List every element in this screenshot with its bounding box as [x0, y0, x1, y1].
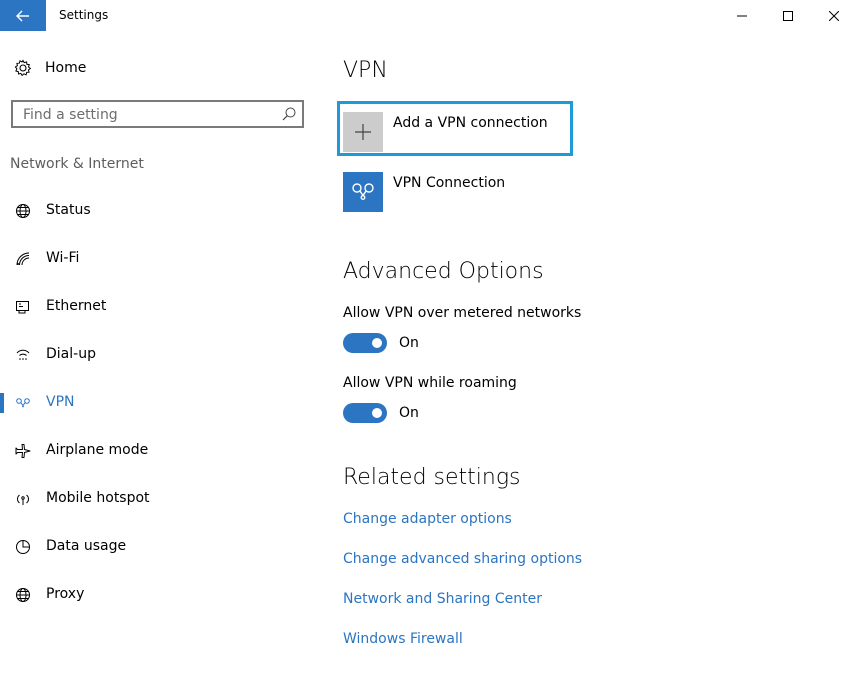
advanced-options-heading: Advanced Options: [343, 259, 544, 284]
home-label: Home: [45, 60, 87, 76]
related-settings-heading: Related settings: [343, 465, 521, 490]
window-title: Settings: [59, 8, 109, 22]
roaming-toggle[interactable]: [343, 403, 387, 423]
sidebar-item-data-usage[interactable]: Data usage: [0, 532, 320, 562]
dialup-icon: [14, 347, 32, 363]
main-content: VPN Add a VPN connection VPN Connection …: [320, 31, 856, 696]
toggle-knob: [372, 338, 382, 348]
sidebar-item-label: Wi-Fi: [46, 250, 80, 266]
back-button[interactable]: [0, 0, 46, 31]
windows-firewall-link[interactable]: Windows Firewall: [343, 631, 463, 647]
close-icon: [829, 10, 839, 21]
add-vpn-label[interactable]: Add a VPN connection: [393, 115, 548, 131]
maximize-button[interactable]: [765, 0, 811, 31]
globe-status-icon: [14, 203, 32, 219]
airplane-icon: [14, 443, 32, 459]
sidebar-item-mobile-hotspot[interactable]: Mobile hotspot: [0, 484, 320, 514]
roaming-toggle-state: On: [399, 405, 419, 421]
search-input[interactable]: Find a setting: [23, 107, 118, 123]
data-usage-icon: [14, 539, 32, 555]
vpn-connection-tile[interactable]: [343, 172, 383, 212]
metered-networks-toggle[interactable]: [343, 333, 387, 353]
globe-icon: [14, 587, 32, 603]
sidebar-item-label: Dial-up: [46, 346, 96, 362]
sidebar-item-wifi[interactable]: Wi-Fi: [0, 244, 320, 274]
sidebar-item-status[interactable]: Status: [0, 196, 320, 226]
option-label-roaming: Allow VPN while roaming: [343, 375, 517, 391]
sidebar-item-dialup[interactable]: Dial-up: [0, 340, 320, 370]
minimize-icon: [737, 15, 747, 16]
sidebar-item-label: Airplane mode: [46, 442, 149, 458]
sidebar-item-label: Proxy: [46, 586, 85, 602]
vpn-connection-icon: [352, 183, 374, 200]
vpn-connection-label[interactable]: VPN Connection: [393, 175, 505, 191]
option-label-metered: Allow VPN over metered networks: [343, 305, 582, 321]
sidebar-item-label: Ethernet: [46, 298, 107, 314]
sidebar-item-label: Data usage: [46, 538, 127, 554]
sidebar-item-airplane-mode[interactable]: Airplane mode: [0, 436, 320, 466]
home-nav-item[interactable]: Home: [14, 59, 86, 77]
section-heading: Network & Internet: [10, 156, 144, 172]
back-arrow-icon: [16, 10, 29, 21]
sidebar-item-label: Status: [46, 202, 91, 218]
gear-icon: [14, 59, 32, 77]
page-title: VPN: [343, 58, 388, 83]
toggle-knob: [372, 408, 382, 418]
add-vpn-tile[interactable]: [343, 112, 383, 152]
maximize-icon: [783, 10, 793, 21]
title-bar: Settings: [0, 0, 856, 31]
minimize-button[interactable]: [719, 0, 765, 31]
sidebar-item-ethernet[interactable]: Ethernet: [0, 292, 320, 322]
search-box[interactable]: Find a setting: [11, 100, 304, 128]
change-adapter-options-link[interactable]: Change adapter options: [343, 511, 512, 527]
close-button[interactable]: [811, 0, 856, 31]
plus-icon: [355, 124, 371, 140]
sidebar: Home Find a setting Network & Internet S…: [0, 31, 320, 696]
sidebar-item-vpn[interactable]: VPN: [0, 388, 320, 418]
network-sharing-center-link[interactable]: Network and Sharing Center: [343, 591, 542, 607]
sidebar-item-proxy[interactable]: Proxy: [0, 580, 320, 610]
sidebar-item-label: VPN: [46, 394, 75, 410]
metered-toggle-state: On: [399, 335, 419, 351]
change-advanced-sharing-link[interactable]: Change advanced sharing options: [343, 551, 582, 567]
wifi-icon: [14, 251, 32, 267]
hotspot-icon: [14, 491, 32, 507]
ethernet-icon: [14, 299, 32, 315]
sidebar-item-label: Mobile hotspot: [46, 490, 150, 506]
vpn-icon: [14, 395, 32, 411]
active-indicator: [0, 393, 4, 413]
search-icon[interactable]: [281, 106, 297, 122]
